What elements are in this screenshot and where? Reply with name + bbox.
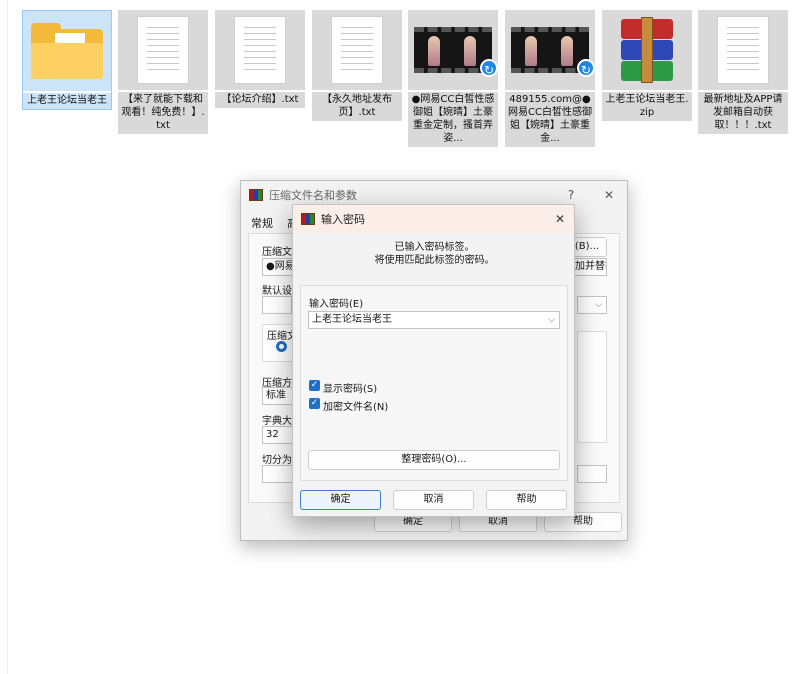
text-file-icon <box>698 10 788 90</box>
chevron-down-icon[interactable]: ⌵ <box>548 312 555 328</box>
help-icon[interactable]: ? <box>559 185 583 205</box>
file-item-text[interactable]: 【论坛介绍】.txt <box>215 10 305 108</box>
method-select[interactable]: 标准 <box>262 387 294 405</box>
file-item-text[interactable]: 【永久地址发布页】.txt <box>312 10 402 121</box>
file-name: 【论坛介绍】.txt <box>215 92 305 108</box>
password-dialog-titlebar: 输入密码 <box>293 205 574 233</box>
ok-button[interactable]: 确定 <box>300 490 381 510</box>
encrypt-filenames-checkbox[interactable]: ✓ <box>309 398 320 409</box>
show-password-label[interactable]: 显示密码(S) <box>323 380 377 395</box>
video-thumbnail-icon: ↻ <box>505 10 595 90</box>
file-item-video[interactable]: ↻ 489155.com@●网易CC白皙性感御姐【婉晴】土豪重金... <box>505 10 595 147</box>
file-name: 【永久地址发布页】.txt <box>312 92 402 121</box>
text-file-icon <box>215 10 305 90</box>
file-name: 最新地址及APP请发邮箱自动获取！！！.txt <box>698 92 788 134</box>
password-button-stub[interactable] <box>577 465 607 483</box>
file-item-text[interactable]: 最新地址及APP请发邮箱自动获取！！！.txt <box>698 10 788 134</box>
notice-line-1: 已输入密码标签。 <box>394 242 475 253</box>
split-label: 切分为 <box>262 455 292 466</box>
share-badge-icon: ↻ <box>480 59 498 77</box>
file-name: ●网易CC白皙性感御姐【婉晴】土豪重金定制，搔首弄姿... <box>408 92 498 147</box>
folder-icon <box>23 11 111 91</box>
password-input[interactable]: 上老王论坛当老王 ⌵ <box>308 311 560 329</box>
window-edge <box>0 0 8 674</box>
enter-password-dialog: 输入密码 ✕ 已输入密码标签。 将使用匹配此标签的密码。 输入密码(E) 上老王… <box>292 204 575 517</box>
winrar-archive-icon <box>602 10 692 90</box>
split-field[interactable] <box>262 465 294 483</box>
show-password-checkbox[interactable]: ✓ <box>309 380 320 391</box>
password-value: 上老王论坛当老王 <box>312 314 392 325</box>
format-radio[interactable] <box>276 341 287 352</box>
close-icon[interactable]: ✕ <box>548 209 572 229</box>
winrar-icon <box>249 189 263 201</box>
profile-select-dropdown[interactable]: ⌵ <box>577 296 607 314</box>
label-notice: 已输入密码标签。 将使用匹配此标签的密码。 <box>293 241 576 267</box>
file-item-archive[interactable]: 上老王论坛当老王.zip <box>602 10 692 121</box>
text-file-icon <box>118 10 208 90</box>
encrypt-filenames-label[interactable]: 加密文件名(N) <box>323 398 388 413</box>
file-name: 上老王论坛当老王 <box>23 93 111 109</box>
file-name: 上老王论坛当老王.zip <box>602 92 692 121</box>
notice-line-2: 将使用匹配此标签的密码。 <box>374 255 495 266</box>
password-dialog-title: 输入密码 <box>321 213 365 226</box>
archive-dialog-title: 压缩文件名和参数 <box>269 189 357 202</box>
default-profile-label: 默认设 <box>262 286 292 297</box>
organize-passwords-button[interactable]: 整理密码(O)... <box>308 450 560 470</box>
video-thumbnail-icon: ↻ <box>408 10 498 90</box>
password-field-label: 输入密码(E) <box>309 299 364 310</box>
dictionary-select[interactable]: 32 <box>262 426 294 444</box>
file-item-text[interactable]: 【来了就能下载和观看！纯免费！】.txt <box>118 10 208 134</box>
file-item-video[interactable]: ↻ ●网易CC白皙性感御姐【婉晴】土豪重金定制，搔首弄姿... <box>408 10 498 147</box>
file-name: 489155.com@●网易CC白皙性感御姐【婉晴】土豪重金... <box>505 92 595 147</box>
file-item-folder[interactable]: 上老王论坛当老王 <box>22 10 112 110</box>
winrar-icon <box>301 213 315 225</box>
share-badge-icon: ↻ <box>577 59 595 77</box>
close-icon[interactable]: ✕ <box>597 185 621 205</box>
profile-select[interactable] <box>262 296 292 314</box>
chevron-down-icon: ⌵ <box>595 300 602 310</box>
help-button[interactable]: 帮助 <box>486 490 567 510</box>
tab-general[interactable]: 常规 <box>251 215 273 231</box>
cancel-button[interactable]: 取消 <box>393 490 474 510</box>
text-file-icon <box>312 10 402 90</box>
options-group <box>577 331 607 443</box>
file-name: 【来了就能下载和观看！纯免费！】.txt <box>118 92 208 134</box>
